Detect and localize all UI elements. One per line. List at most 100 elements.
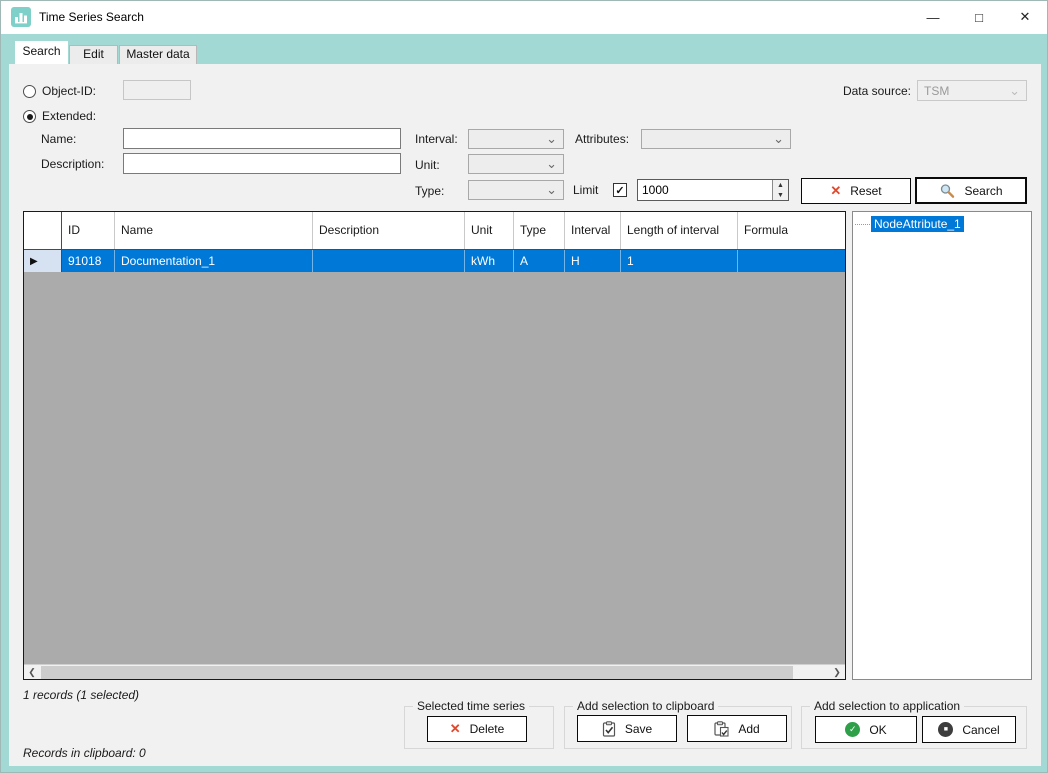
- cell-description[interactable]: [313, 250, 465, 272]
- chevron-down-icon: ⌄: [546, 186, 557, 194]
- column-header-unit[interactable]: Unit: [465, 212, 514, 249]
- object-id-radio[interactable]: [23, 85, 36, 98]
- name-input[interactable]: [123, 128, 401, 149]
- tab-edit[interactable]: Edit: [69, 45, 118, 64]
- minimize-icon: —: [927, 10, 940, 25]
- unit-combobox[interactable]: ⌄: [468, 154, 564, 174]
- interval-label: Interval:: [415, 132, 458, 146]
- row-pointer-icon: ▶: [30, 256, 38, 267]
- data-source-value: TSM: [924, 84, 949, 98]
- add-button-label: Add: [738, 722, 759, 736]
- clipboard-paste-icon: [714, 721, 729, 737]
- limit-label: Limit: [573, 183, 598, 197]
- cell-formula[interactable]: [738, 250, 845, 272]
- results-grid: ID Name Description Unit Type Interval L…: [23, 211, 846, 680]
- grid-header-row: ID Name Description Unit Type Interval L…: [24, 212, 845, 250]
- table-row[interactable]: ▶ 91018 Documentation_1 kWh A H 1: [24, 250, 845, 272]
- attributes-combobox[interactable]: ⌄: [641, 129, 791, 149]
- add-to-clipboard-group: Add selection to clipboard Save Add: [564, 706, 792, 749]
- cell-length-of-interval[interactable]: 1: [621, 250, 738, 272]
- unit-label: Unit:: [415, 158, 440, 172]
- tab-search-label: Search: [22, 44, 60, 58]
- scroll-left-icon: ❮: [28, 667, 36, 678]
- cell-name[interactable]: Documentation_1: [115, 250, 313, 272]
- type-combobox[interactable]: ⌄: [468, 180, 564, 200]
- scroll-right-button[interactable]: ❯: [829, 665, 845, 680]
- data-source-combobox[interactable]: TSM ⌄: [917, 80, 1027, 101]
- tab-master-data-label: Master data: [126, 47, 189, 61]
- grid-empty-area: [24, 272, 845, 664]
- spin-up-button[interactable]: ▲: [773, 180, 788, 190]
- search-button-label: Search: [964, 184, 1002, 198]
- minimize-button[interactable]: —: [914, 1, 952, 33]
- interval-combobox[interactable]: ⌄: [468, 129, 564, 149]
- spin-down-button[interactable]: ▼: [773, 190, 788, 200]
- chevron-down-icon: ⌄: [773, 135, 784, 143]
- cancel-stop-icon: ■: [938, 722, 953, 737]
- search-button[interactable]: Search: [915, 177, 1027, 204]
- chevron-down-icon: ⌄: [1009, 87, 1020, 95]
- reset-button[interactable]: ✕ Reset: [801, 178, 911, 204]
- tree-item[interactable]: NodeAttribute_1: [855, 215, 1029, 233]
- add-button[interactable]: Add: [687, 715, 787, 742]
- limit-input[interactable]: [638, 180, 772, 200]
- tab-master-data[interactable]: Master data: [119, 45, 197, 64]
- magnifier-icon: [939, 183, 955, 199]
- column-header-interval[interactable]: Interval: [565, 212, 621, 249]
- column-header-length-of-interval[interactable]: Length of interval: [621, 212, 738, 249]
- tab-search[interactable]: Search: [15, 41, 68, 64]
- save-button[interactable]: Save: [577, 715, 677, 742]
- horizontal-scrollbar[interactable]: ❮ ❯: [24, 664, 845, 679]
- bar-chart-icon: [14, 10, 28, 24]
- data-source-label: Data source:: [841, 84, 911, 98]
- save-button-label: Save: [625, 722, 652, 736]
- records-summary: 1 records (1 selected): [23, 688, 139, 702]
- name-label: Name:: [41, 132, 76, 146]
- column-header-description[interactable]: Description: [313, 212, 465, 249]
- cancel-button[interactable]: ■ Cancel: [922, 716, 1016, 743]
- description-input[interactable]: [123, 153, 401, 174]
- extended-label: Extended:: [42, 109, 96, 123]
- spin-down-icon: ▼: [777, 192, 784, 199]
- cell-type[interactable]: A: [514, 250, 565, 272]
- close-icon: ✕: [1020, 9, 1031, 25]
- selected-time-series-group-title: Selected time series: [413, 699, 529, 713]
- ok-check-icon: ✓: [845, 722, 860, 737]
- tree-branch-line: [855, 224, 870, 225]
- scrollbar-thumb[interactable]: [41, 666, 793, 679]
- row-selector-header: [24, 212, 62, 249]
- app-window: Time Series Search — □ ✕ Search Edit Mas…: [0, 0, 1048, 773]
- tab-edit-label: Edit: [83, 47, 104, 61]
- description-label: Description:: [41, 157, 104, 171]
- row-selector-cell[interactable]: ▶: [24, 250, 62, 272]
- column-header-formula[interactable]: Formula: [738, 212, 845, 249]
- cell-interval[interactable]: H: [565, 250, 621, 272]
- tree-item-label[interactable]: NodeAttribute_1: [871, 216, 964, 232]
- red-x-icon: ✕: [450, 721, 461, 737]
- maximize-button[interactable]: □: [960, 1, 998, 33]
- maximize-icon: □: [975, 10, 983, 25]
- add-to-application-group-title: Add selection to application: [810, 699, 964, 713]
- column-header-id[interactable]: ID: [62, 212, 115, 249]
- check-icon: ✓: [615, 184, 624, 197]
- extended-radio[interactable]: [23, 110, 36, 123]
- column-header-type[interactable]: Type: [514, 212, 565, 249]
- close-button[interactable]: ✕: [1006, 1, 1044, 33]
- object-id-label: Object-ID:: [42, 84, 96, 98]
- app-icon: [11, 7, 31, 27]
- delete-button[interactable]: ✕ Delete: [427, 716, 527, 742]
- spinner-buttons: ▲ ▼: [772, 180, 788, 200]
- selected-time-series-group: Selected time series ✕ Delete: [404, 706, 554, 749]
- cell-unit[interactable]: kWh: [465, 250, 514, 272]
- ok-button[interactable]: ✓ OK: [815, 716, 917, 743]
- limit-checkbox[interactable]: ✓: [613, 183, 627, 197]
- add-to-clipboard-group-title: Add selection to clipboard: [573, 699, 718, 713]
- delete-button-label: Delete: [470, 722, 505, 736]
- cell-id[interactable]: 91018: [62, 250, 115, 272]
- scroll-left-button[interactable]: ❮: [24, 665, 40, 680]
- column-header-name[interactable]: Name: [115, 212, 313, 249]
- attribute-tree: NodeAttribute_1: [852, 211, 1032, 680]
- window-title: Time Series Search: [39, 1, 144, 34]
- object-id-input[interactable]: [123, 80, 191, 100]
- chevron-down-icon: ⌄: [546, 135, 557, 143]
